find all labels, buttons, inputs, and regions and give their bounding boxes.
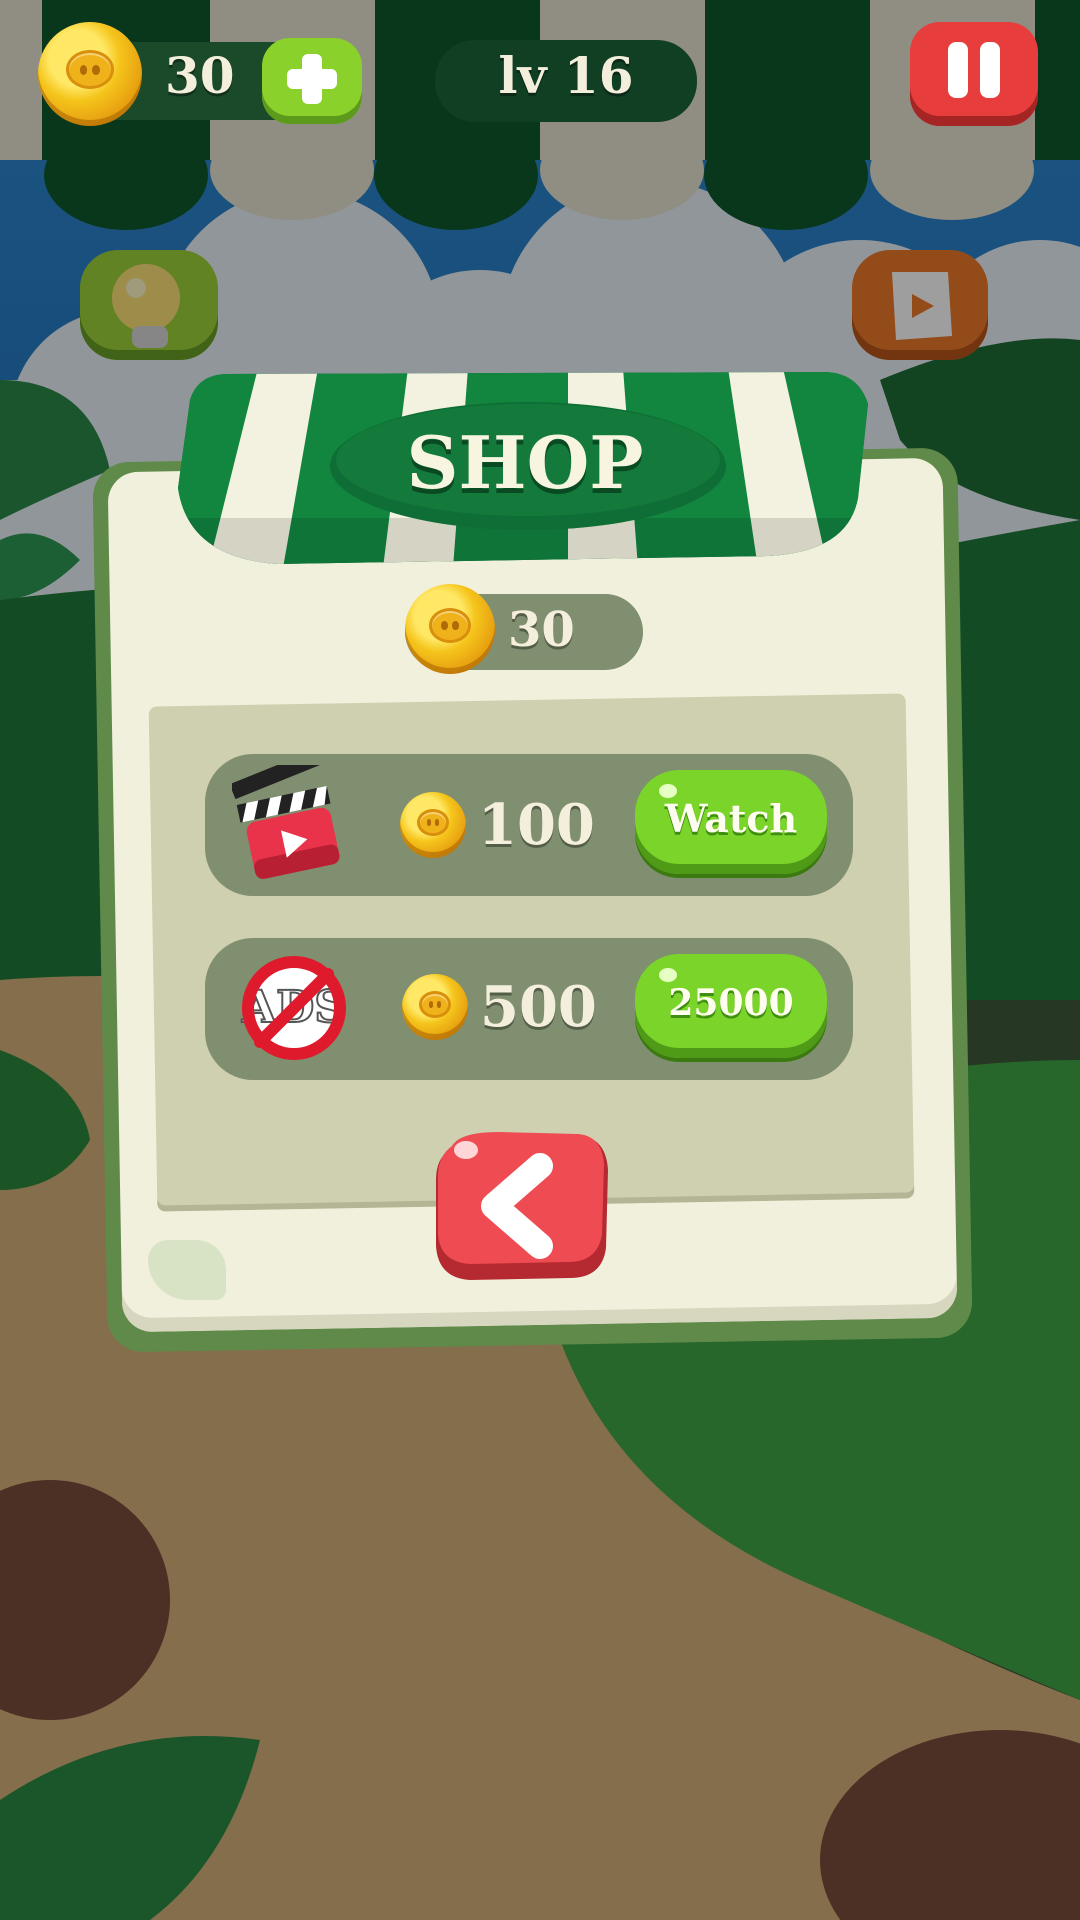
shop-title: SHOP — [406, 420, 644, 505]
coin-icon — [38, 22, 142, 126]
coin-count: 30 — [165, 46, 235, 105]
no-ads-icon: ADS — [240, 956, 347, 1060]
buy-button-label: 25000 — [668, 982, 794, 1024]
coin-icon — [400, 792, 466, 858]
plus-icon — [287, 54, 337, 104]
watch-ad-button[interactable]: Watch — [635, 770, 827, 874]
coin-icon — [405, 584, 495, 674]
item-price: 500 — [480, 974, 597, 1040]
clapperboard-icon — [232, 765, 340, 879]
back-arrow-icon — [436, 1132, 608, 1280]
buy-no-ads-button[interactable]: 25000 — [635, 954, 827, 1058]
shop-balance-value: 30 — [508, 602, 575, 658]
item-price: 100 — [478, 792, 595, 858]
back-button[interactable] — [430, 1130, 612, 1282]
watch-button-label: Watch — [664, 796, 798, 841]
add-coins-button[interactable] — [262, 38, 362, 124]
pause-button[interactable] — [910, 22, 1038, 126]
coin-icon — [402, 974, 468, 1040]
level-label: lv 16 — [498, 46, 634, 105]
pause-icon — [948, 42, 1000, 98]
